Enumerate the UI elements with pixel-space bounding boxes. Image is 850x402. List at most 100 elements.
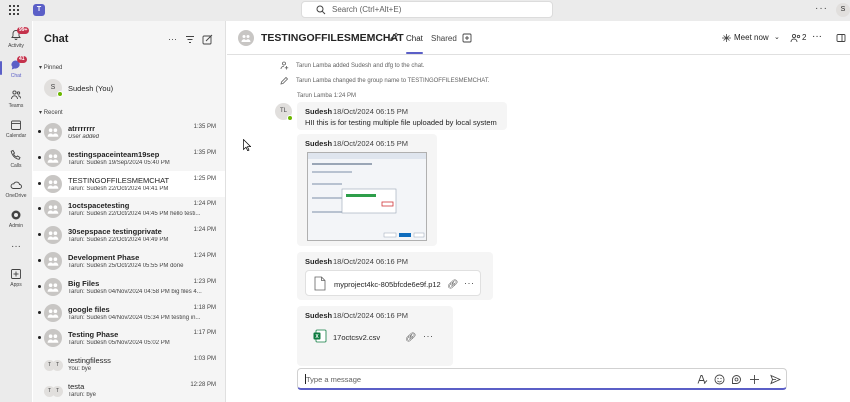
chat-preview: Tarun: Sudesh 19/Sep/2024 05:40 PM [68,159,170,166]
rail-apps[interactable]: Apps [0,268,32,288]
chat-time: 1:18 PM [193,304,216,311]
chat-name: atrrrrrrr [68,124,96,133]
message-sender: Sudesh [305,311,333,320]
list-more-icon[interactable]: ··· [168,34,177,44]
group-avatar [44,148,62,167]
app-launcher-icon[interactable] [8,4,20,16]
unread-dot [38,336,41,340]
group-icon [241,35,251,42]
chat-item[interactable]: Testing Phase Tarun: Sudesh 05/Nov/2024 0… [33,325,225,351]
calendar-icon [11,120,21,130]
copy-link-icon[interactable]: 🔗︎ [447,279,458,290]
phone-icon [10,149,21,160]
pinned-section-header[interactable]: ▾ Pinned [39,64,62,71]
chat-item[interactable]: testingspaceinteam19sep Tarun: Sudesh 19/… [33,145,225,171]
more-apps-icon: ··· [11,241,21,252]
chat-badge: 41 [17,56,27,63]
rail-admin[interactable]: Admin [0,209,32,229]
chat-name: 1octspacetesting [68,201,130,211]
chat-time: 1:35 PM [193,124,216,130]
chat-name: Sudesh (You) [68,84,114,93]
side-panel-icon[interactable] [836,33,846,43]
rail-teams[interactable]: Teams [0,89,32,109]
unread-dot [38,181,41,185]
participants-icon[interactable] [790,33,802,43]
tab-chat[interactable]: Chat [406,34,423,54]
profile-avatar[interactable]: S [836,3,850,17]
file-attachment[interactable]: X 17octcsv2.csv 🔗︎ ··· [305,324,445,350]
chat-item-pinned[interactable]: S Sudesh (You) [33,75,225,101]
system-message: Tarun Lamba changed the group name to TE… [280,76,490,85]
chat-preview: Tarun: Sudesh 22/Oct/2024 04:49 PM [68,237,169,244]
file-more-options-icon[interactable]: ··· [464,278,475,288]
rail-label: Chat [10,73,22,79]
add-attachment-icon[interactable] [749,374,760,385]
message-time: 18/Oct/2024 06:15 PM [333,107,409,116]
message-bubble[interactable]: Sudesh 18/Oct/2024 06:16 PM X 17octcsv2.… [297,306,453,366]
chat-name: 30sepspace testingprivate [68,227,162,237]
chat-item[interactable]: 30sepspace testingprivate Tarun: Sudesh 2… [33,222,225,248]
new-chat-icon[interactable] [202,34,213,45]
unread-dot [38,130,41,133]
group-icon [47,154,59,163]
chat-item[interactable]: 1octspacetesting Tarun: Sudesh 22/Oct/202… [33,196,225,222]
avatar: T [52,386,63,397]
rail-onedrive[interactable]: OneDrive [0,179,32,199]
presence-available-icon [57,91,63,97]
message-bubble[interactable]: Sudesh 18/Oct/2024 06:15 PM HII this is … [297,102,507,130]
emoji-icon[interactable] [714,374,725,385]
send-icon[interactable] [770,374,781,385]
meet-now-button[interactable]: Meet now [734,33,769,42]
rail-more[interactable]: ··· [0,241,32,252]
group-avatar [44,200,62,219]
tab-shared[interactable]: Shared [431,34,457,43]
chat-item[interactable]: Big Files Tarun: Sudesh 04/Nov/2024 04:58… [33,274,225,300]
copy-link-icon[interactable]: 🔗︎ [405,332,416,343]
rail-chat[interactable]: Chat 41 [0,56,32,79]
rail-calls[interactable]: Calls [0,149,32,169]
file-more-options-icon[interactable]: ··· [423,331,434,341]
image-attachment[interactable] [307,152,427,241]
chat-item[interactable]: T T testa Tarun: bye 12:28 PM [33,377,225,402]
chevron-down-icon[interactable]: ⌄ [774,33,780,41]
recent-section-header[interactable]: ▾ Recent [39,109,63,116]
group-icon [47,283,59,292]
more-options-icon[interactable]: ··· [815,3,828,14]
search-input[interactable]: Search (Ctrl+Alt+E) [301,1,553,18]
chat-item[interactable]: google files Tarun: Sudesh 04/Nov/2024 05… [33,300,225,326]
chat-list-title: Chat [44,33,69,45]
teams-icon [11,90,21,100]
search-icon [316,5,326,14]
composer-placeholder: Type a message [306,375,362,384]
rename-icon [280,76,289,85]
meet-now-icon[interactable] [721,33,732,43]
chat-item[interactable]: T T testingfilesss You: bye 1:03 PM [33,351,225,377]
pinned-label: Pinned [43,65,63,71]
chat-header: TESTINGOFFILESMEMCHAT Chat Shared Meet n… [227,21,850,55]
chat-main: TESTINGOFFILESMEMCHAT Chat Shared Meet n… [227,21,850,402]
message-bubble[interactable]: Sudesh 18/Oct/2024 06:15 PM [297,134,437,246]
participants-count[interactable]: 2 [802,33,806,42]
chat-item[interactable]: Development Phase Tarun: Sudesh 25/Oct/20… [33,248,225,274]
unread-dot [38,155,41,159]
format-icon[interactable] [697,374,708,385]
rail-label: Activity [8,43,24,49]
chat-preview: User added [68,134,100,140]
file-name: myproject4kc-805bfcde6e9f.p12 [334,280,441,289]
more-options-icon[interactable]: ··· [812,31,822,42]
chat-item[interactable]: atrrrrrrr User added 1:35 PM [33,119,225,145]
chat-preview: Tarun: bye [68,392,97,398]
sticker-icon[interactable] [731,374,742,385]
mouse-cursor-icon [243,139,251,151]
message-composer[interactable]: Type a message [297,368,787,390]
add-tab-icon[interactable] [462,33,472,43]
rail-calendar[interactable]: Calendar [0,119,32,139]
message-bubble[interactable]: Sudesh 18/Oct/2024 06:16 PM myproject4kc… [297,252,493,300]
file-attachment[interactable]: myproject4kc-805bfcde6e9f.p12 🔗︎ ··· [305,270,481,296]
rail-activity[interactable]: Activity 99+ [0,27,32,49]
filter-icon[interactable] [185,35,195,44]
chat-name: google files [68,304,110,314]
chat-item[interactable]: TESTINGOFFILESMEMCHAT Tarun: Sudesh 22/Oc… [33,170,225,197]
edit-name-icon[interactable] [389,32,399,42]
chat-name: testa [68,382,85,391]
